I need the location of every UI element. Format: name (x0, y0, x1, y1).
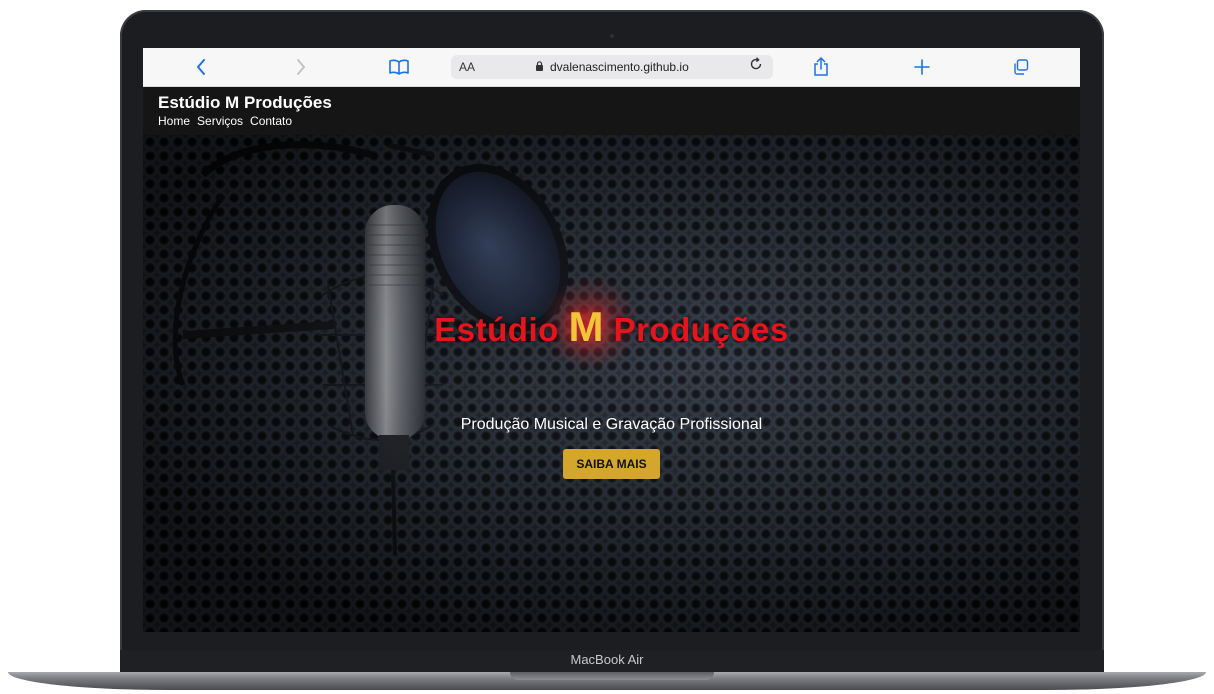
book-icon[interactable] (387, 54, 411, 80)
nav-link-contato[interactable]: Contato (250, 114, 292, 128)
chevron-right-icon[interactable] (291, 54, 311, 80)
url-text: dvalenascimento.github.io (550, 60, 689, 74)
plus-icon[interactable] (912, 54, 932, 80)
hero-vignette (143, 135, 1080, 632)
site-title: Estúdio M Produções (158, 93, 332, 112)
nav-link-servicos[interactable]: Serviços (197, 114, 243, 128)
laptop-base-notch (510, 672, 714, 680)
laptop-screen: AA dvalenascimento.github.io Estúdio M P… (143, 48, 1080, 632)
hero-title-suffix: Produções (613, 311, 789, 348)
reload-icon[interactable] (749, 57, 763, 75)
site-header: Estúdio M Produções Home Serviços Contat… (143, 87, 1080, 135)
hero-title-prefix: Estúdio (434, 311, 559, 348)
saiba-mais-button[interactable]: SAIBA MAIS (563, 449, 660, 479)
camera-dot (610, 34, 614, 38)
address-bar[interactable]: AA dvalenascimento.github.io (451, 55, 773, 79)
browser-toolbar: AA dvalenascimento.github.io (143, 48, 1080, 87)
laptop-model-label: MacBook Air (570, 652, 644, 667)
lock-icon (535, 61, 547, 74)
hero-subtitle: Produção Musical e Gravação Profissional (460, 416, 763, 433)
site-nav: Home Serviços Contato (158, 114, 292, 128)
hero-section: Estúdio M Produções Produção Musical e G… (143, 135, 1080, 632)
hero-title: Estúdio M Produções (143, 303, 1080, 351)
chevron-left-icon[interactable] (191, 54, 211, 80)
tabs-icon[interactable] (1011, 54, 1031, 80)
nav-link-home[interactable]: Home (158, 114, 190, 128)
share-icon[interactable] (811, 54, 831, 80)
hero-button-wrap: SAIBA MAIS (143, 449, 1080, 479)
hero-title-letter: M (568, 303, 604, 350)
address-url: dvalenascimento.github.io (451, 60, 773, 74)
